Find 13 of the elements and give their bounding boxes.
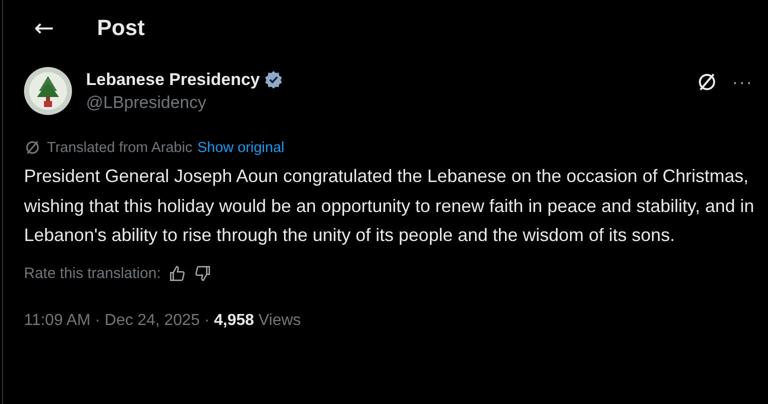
page-title: Post [97,15,145,41]
rate-label: Rate this translation: [24,264,161,282]
post-text: President General Joseph Aoun congratulated the Lebanese on the occasion of Christmas, wishing that this holiday would be an opportunity to renew faith in peace and stability, and in Lebanon's ability to rise through the unity of its people and the wisdom of its sons. [24,165,756,247]
thumbs-up-icon[interactable] [168,264,186,282]
translation-note: Translated from Arabic [47,140,192,156]
back-button[interactable]: ← [29,14,59,42]
show-original-link[interactable]: Show original [197,140,284,156]
post-meta: 11:09 AM · Dec 24, 2025 · 4,958 Views [24,312,302,330]
author-name[interactable]: Lebanese Presidency [86,70,260,90]
thumbs-down-icon[interactable] [194,264,211,282]
more-button[interactable]: ··· [732,72,753,92]
translate-icon [24,139,41,156]
author-handle[interactable]: @LBpresidency [86,92,283,112]
